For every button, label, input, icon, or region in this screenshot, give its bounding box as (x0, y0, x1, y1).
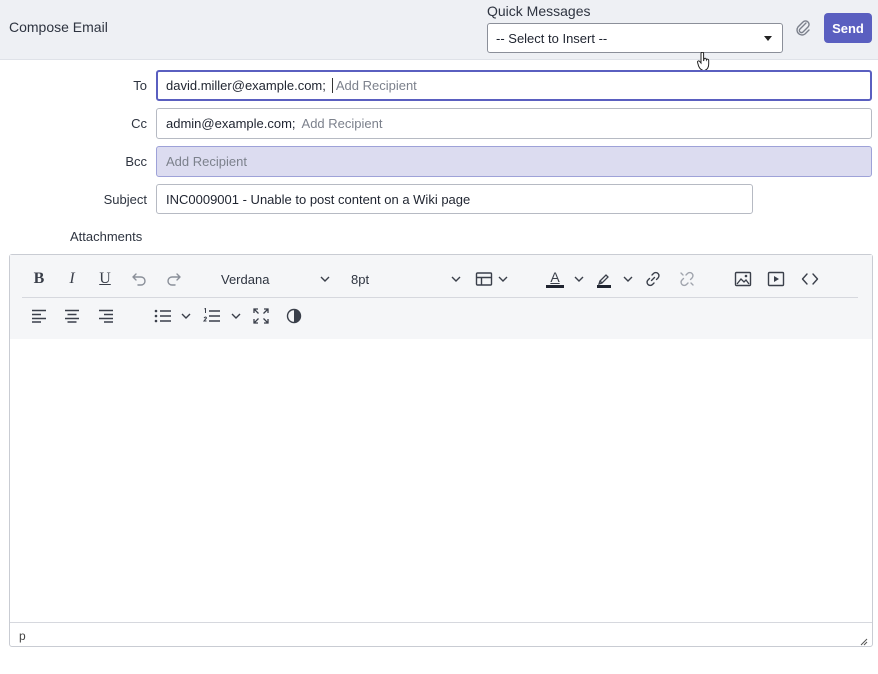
redo-icon[interactable] (163, 268, 185, 290)
page-title: Compose Email (9, 19, 108, 35)
chevron-down-icon[interactable] (181, 305, 191, 327)
resize-handle-icon[interactable] (860, 634, 868, 646)
quick-messages-select[interactable]: -- Select to Insert -- (487, 23, 783, 53)
paperclip-icon[interactable] (795, 19, 811, 37)
editor-toolbar: B I U Verdana 8pt A (10, 255, 872, 339)
numbered-list-icon[interactable] (201, 305, 223, 327)
text-color-glyph: A (550, 269, 560, 285)
contrast-icon[interactable] (283, 305, 305, 327)
chevron-down-icon[interactable] (498, 268, 508, 290)
align-center-icon[interactable] (61, 305, 83, 327)
element-path[interactable]: p (19, 629, 26, 643)
chevron-down-icon[interactable] (320, 268, 330, 290)
send-button[interactable]: Send (824, 13, 872, 43)
quick-messages-label: Quick Messages (487, 3, 591, 19)
code-icon[interactable] (799, 268, 821, 290)
subject-label: Subject (103, 192, 147, 207)
font-size-select[interactable]: 8pt (351, 268, 369, 290)
recipient-chip[interactable]: david.miller@example.com; (166, 78, 326, 93)
attachments-label: Attachments (70, 229, 143, 244)
dropdown-caret-icon (764, 36, 772, 41)
table-icon[interactable] (473, 268, 495, 290)
highlight-color-icon[interactable] (593, 268, 615, 290)
text-caret (331, 78, 333, 93)
font-family-value: Verdana (221, 271, 270, 287)
chevron-down-icon[interactable] (231, 305, 241, 327)
to-field[interactable]: david.miller@example.com; Add Recipient (156, 70, 872, 101)
bcc-label: Bcc (125, 154, 147, 169)
to-label: To (133, 78, 147, 93)
bold-icon[interactable]: B (28, 268, 50, 290)
quick-messages-selected-value: -- Select to Insert -- (496, 31, 608, 46)
to-placeholder: Add Recipient (335, 78, 417, 93)
font-size-value: 8pt (351, 271, 370, 287)
align-left-icon[interactable] (28, 305, 50, 327)
chevron-down-icon[interactable] (574, 268, 584, 290)
text-color-icon[interactable]: A (544, 268, 566, 290)
text-color-swatch (546, 285, 564, 288)
cc-label: Cc (131, 116, 147, 131)
email-body-content[interactable] (10, 339, 872, 622)
unlink-icon[interactable] (676, 268, 698, 290)
underline-icon[interactable]: U (94, 268, 116, 290)
hand-cursor-icon (697, 51, 711, 72)
bcc-field[interactable]: Add Recipient (156, 146, 872, 177)
font-family-select[interactable]: Verdana (221, 268, 269, 290)
subject-input[interactable]: INC0009001 - Unable to post content on a… (156, 184, 753, 214)
toolbar-divider (22, 297, 858, 298)
link-icon[interactable] (642, 268, 664, 290)
cc-field[interactable]: admin@example.com; Add Recipient (156, 108, 872, 139)
editor-statusbar: p (10, 622, 872, 646)
email-body-editor: B I U Verdana 8pt A p (9, 254, 873, 647)
cc-placeholder: Add Recipient (301, 116, 383, 131)
bullet-list-icon[interactable] (152, 305, 174, 327)
chevron-down-icon[interactable] (451, 268, 461, 290)
chevron-down-icon[interactable] (623, 268, 633, 290)
bcc-placeholder: Add Recipient (166, 154, 247, 169)
recipient-chip[interactable]: admin@example.com; (166, 116, 296, 131)
image-icon[interactable] (732, 268, 754, 290)
undo-icon[interactable] (128, 268, 150, 290)
italic-icon[interactable]: I (61, 268, 83, 290)
compose-header: Compose Email Quick Messages -- Select t… (0, 0, 878, 60)
align-right-icon[interactable] (95, 305, 117, 327)
media-icon[interactable] (765, 268, 787, 290)
fullscreen-icon[interactable] (250, 305, 272, 327)
